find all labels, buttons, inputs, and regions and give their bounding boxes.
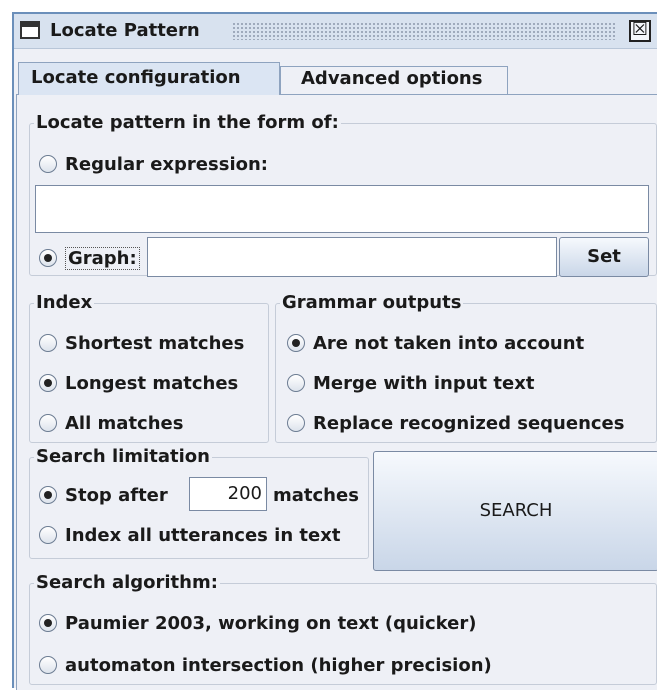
longest-radio-circle[interactable]	[39, 374, 57, 392]
all-radio-circle[interactable]	[39, 414, 57, 432]
regex-radio-circle[interactable]	[39, 155, 57, 173]
index-option-longest[interactable]: Longest matches	[39, 370, 238, 396]
index-legend: Index	[36, 292, 93, 313]
graph-radio-circle[interactable]	[39, 249, 57, 267]
grammar-option-label: Merge with input text	[313, 372, 535, 394]
algorithm-option-paumier[interactable]: Paumier 2003, working on text (quicker)	[39, 610, 476, 636]
index-option-all[interactable]: All matches	[39, 410, 183, 436]
tab-advanced-options[interactable]: Advanced options	[280, 66, 508, 94]
graph-path-input[interactable]	[147, 237, 557, 277]
window-title: Locate Pattern	[50, 20, 200, 41]
close-icon[interactable]: ☒	[629, 20, 651, 42]
paumier-radio-circle[interactable]	[39, 614, 57, 632]
grammar-outputs-legend: Grammar outputs	[282, 292, 462, 313]
regex-radio-label: Regular expression:	[65, 153, 268, 175]
index-option-label: Shortest matches	[65, 332, 245, 354]
search-limitation-legend: Search limitation	[36, 446, 210, 467]
index-option-label: All matches	[65, 412, 184, 434]
regex-radio[interactable]: Regular expression:	[39, 151, 268, 177]
search-button[interactable]: SEARCH	[373, 451, 657, 571]
shortest-radio-circle[interactable]	[39, 334, 57, 352]
grammar-option-label: Are not taken into account	[313, 332, 585, 354]
index-option-shortest[interactable]: Shortest matches	[39, 330, 244, 356]
window-icon	[20, 21, 40, 39]
graph-radio[interactable]: Graph:	[39, 245, 140, 271]
graph-radio-label: Graph:	[65, 246, 140, 270]
stop-after-radio[interactable]: Stop after	[39, 482, 168, 508]
max-matches-input[interactable]: 200	[189, 477, 267, 511]
index-all-utterances-radio[interactable]: Index all utterances in text	[39, 522, 340, 548]
index-all-radio-circle[interactable]	[39, 526, 57, 544]
locate-pattern-legend: Locate pattern in the form of:	[36, 112, 339, 133]
locate-configuration-panel: Locate pattern in the form of: Regular e…	[16, 94, 657, 690]
algorithm-option-label: Paumier 2003, working on text (quicker)	[65, 612, 477, 634]
grammar-option-replace[interactable]: Replace recognized sequences	[287, 410, 624, 436]
title-bar-grip	[232, 22, 615, 40]
regex-input[interactable]	[35, 185, 649, 233]
search-algorithm-legend: Search algorithm:	[36, 572, 218, 593]
merge-radio-circle[interactable]	[287, 374, 305, 392]
tab-locate-configuration[interactable]: Locate configuration	[18, 62, 280, 95]
tab-strip: Locate configuration Advanced options	[16, 62, 656, 95]
set-button[interactable]: Set	[559, 237, 649, 277]
grammar-option-label: Replace recognized sequences	[313, 412, 625, 434]
locate-pattern-window: Locate Pattern ☒ Locate configuration Ad…	[12, 12, 657, 690]
algorithm-option-intersection[interactable]: automaton intersection (higher precision…	[39, 652, 492, 678]
grammar-option-not-taken[interactable]: Are not taken into account	[287, 330, 584, 356]
title-bar[interactable]: Locate Pattern ☒	[14, 14, 657, 49]
grammar-option-merge[interactable]: Merge with input text	[287, 370, 534, 396]
stop-after-label: Stop after	[65, 484, 168, 506]
matches-label: matches	[273, 484, 359, 506]
index-all-label: Index all utterances in text	[65, 524, 341, 546]
replace-radio-circle[interactable]	[287, 414, 305, 432]
index-option-label: Longest matches	[65, 372, 239, 394]
stop-after-radio-circle[interactable]	[39, 486, 57, 504]
algorithm-option-label: automaton intersection (higher precision…	[65, 654, 492, 676]
not-taken-radio-circle[interactable]	[287, 334, 305, 352]
intersection-radio-circle[interactable]	[39, 656, 57, 674]
